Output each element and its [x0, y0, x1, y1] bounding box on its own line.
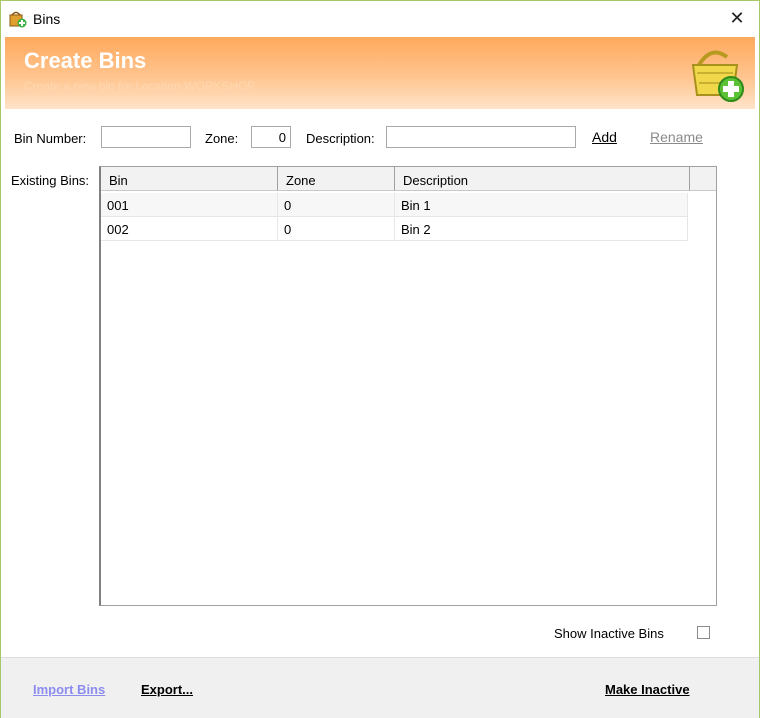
- export-link[interactable]: Export...: [141, 682, 193, 697]
- description-label: Description:: [306, 131, 375, 146]
- show-inactive-label: Show Inactive Bins: [554, 626, 664, 641]
- column-header-zone[interactable]: Zone: [278, 167, 395, 191]
- bins-window: Bins ✕ Create Bins Create a new bin for …: [0, 0, 760, 718]
- close-button[interactable]: ✕: [715, 1, 759, 35]
- cell-description[interactable]: Bin 1: [395, 193, 688, 217]
- header-banner: Create Bins Create a new bin for Locatio…: [5, 37, 755, 109]
- window-title: Bins: [33, 11, 61, 27]
- title-bar[interactable]: Bins ✕: [1, 1, 759, 35]
- banner-subtitle: Create a new bin for Location WORKSHOP: [24, 79, 256, 93]
- column-header-bin[interactable]: Bin: [101, 167, 278, 191]
- add-link[interactable]: Add: [592, 129, 617, 145]
- column-header-filler: [690, 167, 716, 191]
- cell-bin[interactable]: 001: [101, 193, 278, 217]
- close-icon: ✕: [729, 7, 745, 28]
- bins-app-icon: [9, 10, 27, 28]
- table-row[interactable]: 001 0 Bin 1: [101, 193, 688, 217]
- bins-grid[interactable]: Bin Zone Description 001 0 Bin 1 002 0 B…: [99, 166, 717, 606]
- bin-number-input[interactable]: [101, 126, 191, 148]
- description-input[interactable]: [386, 126, 576, 148]
- footer-bar: Import Bins Export... Make Inactive: [1, 657, 759, 718]
- table-row[interactable]: 002 0 Bin 2: [101, 217, 688, 241]
- column-header-description[interactable]: Description: [395, 167, 690, 191]
- cell-zone[interactable]: 0: [278, 217, 395, 241]
- import-bins-link[interactable]: Import Bins: [33, 682, 105, 697]
- bin-number-label: Bin Number:: [14, 131, 87, 146]
- make-inactive-link[interactable]: Make Inactive: [605, 682, 690, 697]
- zone-label: Zone:: [205, 131, 239, 146]
- existing-bins-label: Existing Bins:: [11, 173, 90, 188]
- zone-input[interactable]: [251, 126, 291, 148]
- cell-bin[interactable]: 002: [101, 217, 278, 241]
- basket-add-icon: [687, 43, 747, 103]
- rename-link[interactable]: Rename: [650, 129, 703, 145]
- cell-zone[interactable]: 0: [278, 193, 395, 217]
- banner-title: Create Bins: [24, 48, 147, 73]
- show-inactive-checkbox[interactable]: [697, 626, 710, 639]
- cell-description[interactable]: Bin 2: [395, 217, 688, 241]
